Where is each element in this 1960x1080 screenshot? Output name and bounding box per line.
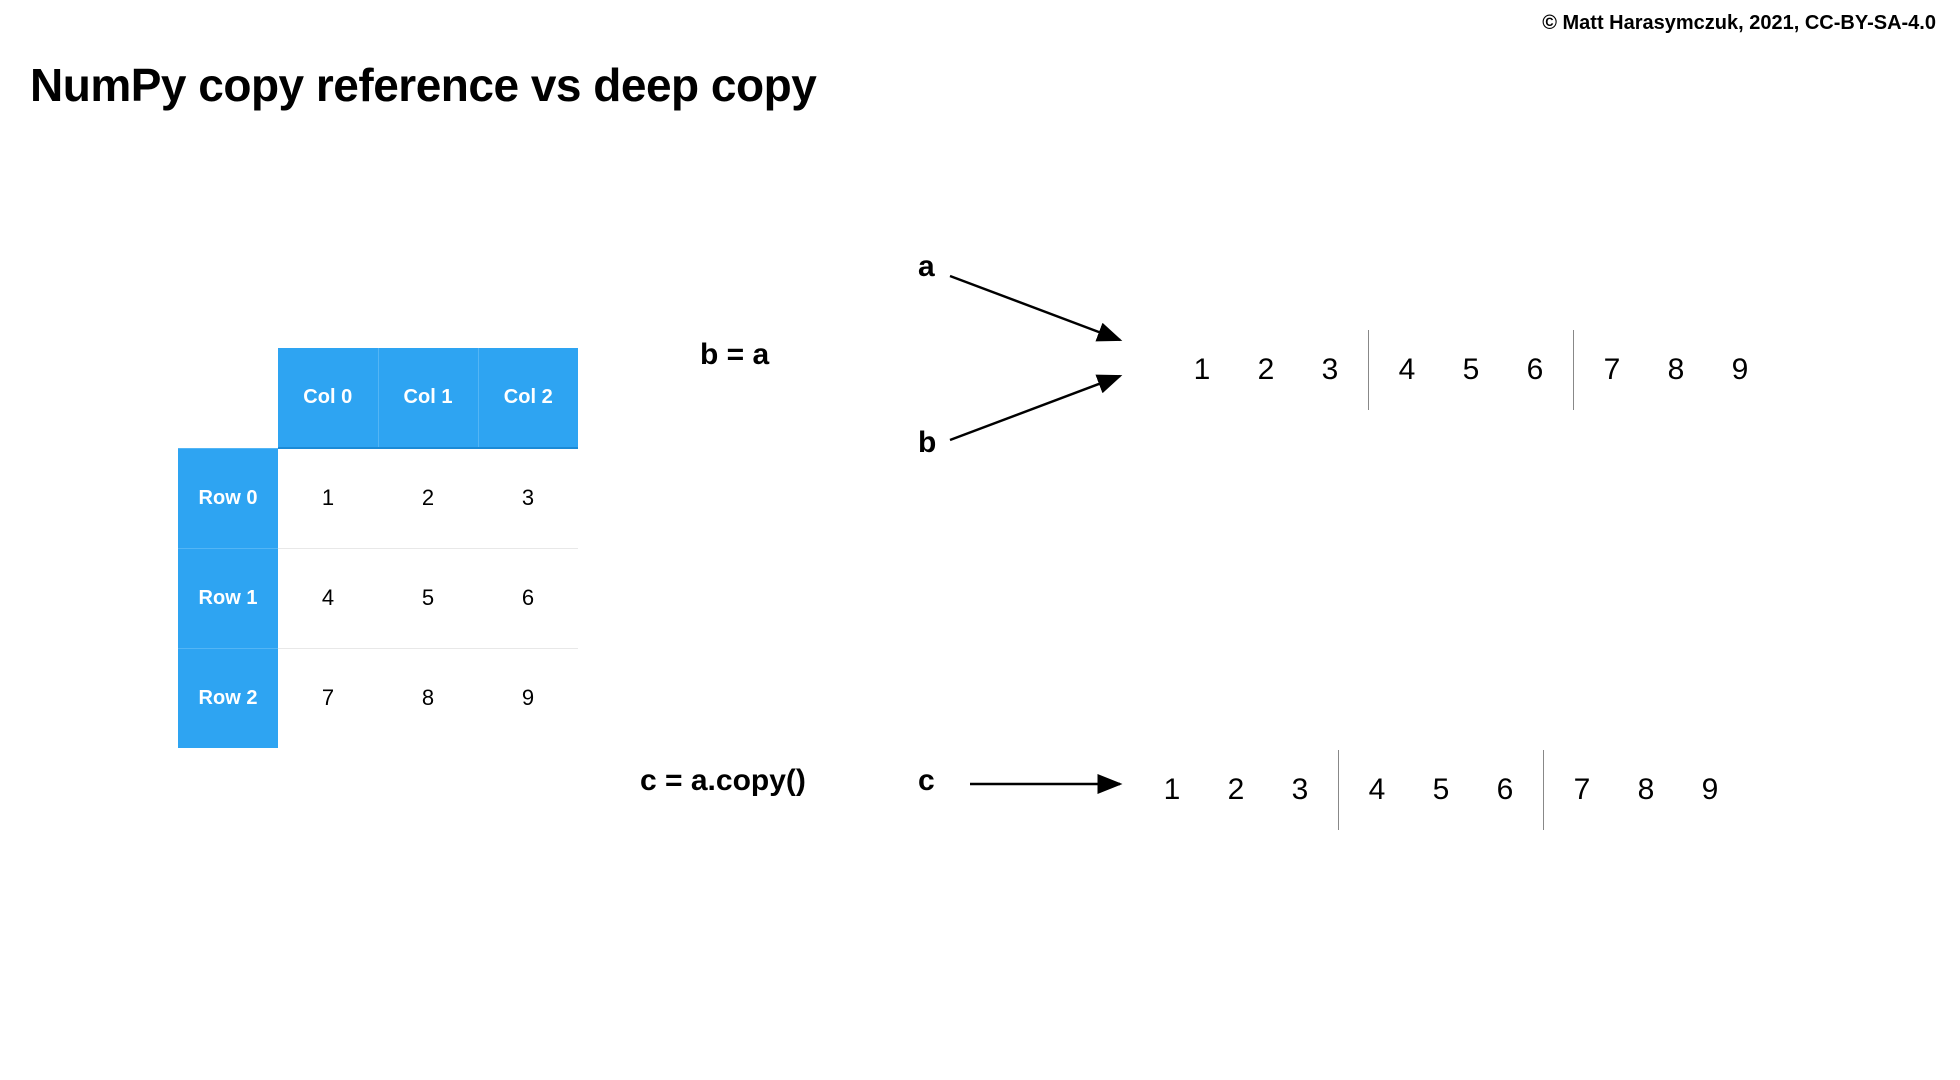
mem-value: 9 xyxy=(1708,353,1772,387)
data-matrix: Col 0 Col 1 Col 2 Row 0 1 2 3 Row 1 4 5 … xyxy=(178,348,578,748)
table-cell: 8 xyxy=(378,648,478,748)
mem-value: 6 xyxy=(1473,773,1537,807)
col-header: Col 0 xyxy=(278,348,378,448)
row-header: Row 0 xyxy=(178,448,278,548)
variable-a-label: a xyxy=(918,250,935,284)
table-cell: 6 xyxy=(478,548,578,648)
copyright-text: © Matt Harasymczuk, 2021, CC-BY-SA-4.0 xyxy=(1542,12,1936,35)
mem-value: 9 xyxy=(1678,773,1742,807)
memory-separator xyxy=(1338,750,1339,830)
mem-value: 1 xyxy=(1140,773,1204,807)
table-cell: 9 xyxy=(478,648,578,748)
reference-code-label: b = a xyxy=(700,338,769,372)
mem-value: 3 xyxy=(1298,353,1362,387)
memory-separator xyxy=(1573,330,1574,410)
mem-value: 5 xyxy=(1439,353,1503,387)
table-cell: 1 xyxy=(278,448,378,548)
col-header: Col 1 xyxy=(378,348,478,448)
page-title: NumPy copy reference vs deep copy xyxy=(30,58,816,112)
variable-c-label: c xyxy=(918,764,935,798)
deepcopy-code-label: c = a.copy() xyxy=(640,764,806,798)
row-header: Row 2 xyxy=(178,648,278,748)
mem-value: 7 xyxy=(1550,773,1614,807)
memory-separator xyxy=(1543,750,1544,830)
shared-memory-array: 1 2 3 4 5 6 7 8 9 xyxy=(1170,330,1772,410)
mem-value: 3 xyxy=(1268,773,1332,807)
arrow-b-to-memory xyxy=(950,376,1120,440)
table-cell: 4 xyxy=(278,548,378,648)
arrow-a-to-memory xyxy=(950,276,1120,340)
memory-separator xyxy=(1368,330,1369,410)
row-header: Row 1 xyxy=(178,548,278,648)
table-cell: 5 xyxy=(378,548,478,648)
variable-b-label: b xyxy=(918,426,936,460)
col-header: Col 2 xyxy=(478,348,578,448)
mem-value: 8 xyxy=(1614,773,1678,807)
table-cell: 2 xyxy=(378,448,478,548)
mem-value: 1 xyxy=(1170,353,1234,387)
mem-value: 7 xyxy=(1580,353,1644,387)
mem-value: 4 xyxy=(1345,773,1409,807)
mem-value: 2 xyxy=(1234,353,1298,387)
mem-value: 5 xyxy=(1409,773,1473,807)
table-cell: 7 xyxy=(278,648,378,748)
mem-value: 2 xyxy=(1204,773,1268,807)
copied-memory-array: 1 2 3 4 5 6 7 8 9 xyxy=(1140,750,1742,830)
mem-value: 6 xyxy=(1503,353,1567,387)
mem-value: 8 xyxy=(1644,353,1708,387)
table-cell: 3 xyxy=(478,448,578,548)
mem-value: 4 xyxy=(1375,353,1439,387)
